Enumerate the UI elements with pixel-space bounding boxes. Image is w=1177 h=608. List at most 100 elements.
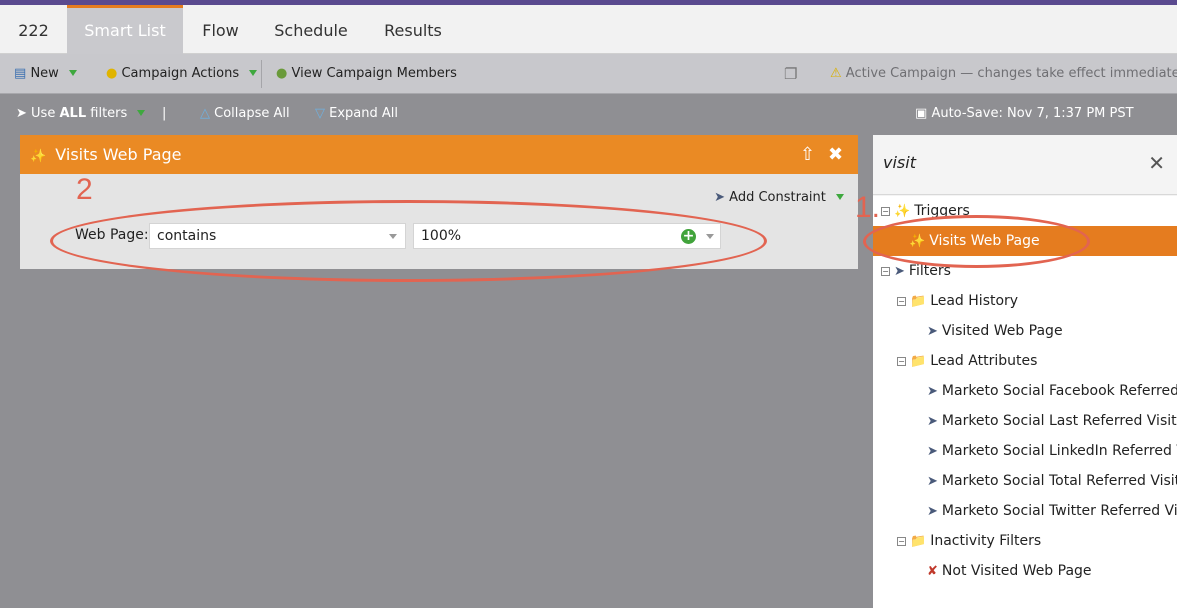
use-all-filters-dropdown[interactable]: ➤ Use ALL filters	[16, 95, 146, 133]
tree-item-label: Marketo Social Facebook Referred Visit	[941, 383, 1177, 399]
tree-node-inactivity-filters[interactable]: − 📁 Inactivity Filters	[897, 526, 1041, 556]
toolbar-divider	[261, 60, 262, 88]
warning-icon: ⚠	[830, 66, 842, 81]
campaign-actions-label: Campaign Actions	[121, 66, 240, 81]
new-label: New	[30, 66, 59, 81]
new-icon: ▤	[14, 66, 27, 81]
tab-results[interactable]: Results	[364, 5, 462, 54]
close-icon[interactable]: ✖	[828, 135, 843, 174]
view-campaign-members-button[interactable]: ● View Campaign Members	[276, 54, 457, 94]
chevron-down-icon[interactable]	[706, 234, 714, 239]
use-all-suffix: filters	[90, 106, 128, 121]
autosave-status: ▣ Auto-Save: Nov 7, 1:37 PM PST	[915, 95, 1134, 133]
trigger-filter-tree: − ✨ Triggers ✨ Visits Web Page − ➤ Filters − 📁…	[873, 196, 1177, 608]
tree-item-visits-web-page[interactable]: ✨ Visits Web Page	[873, 226, 1177, 256]
collapse-toggle-icon[interactable]: −	[881, 207, 890, 216]
trigger-bolt-icon: ✨	[30, 149, 47, 164]
tree-node-triggers[interactable]: − ✨ Triggers	[881, 196, 970, 226]
trigger-card-title: Visits Web Page	[55, 145, 182, 164]
folder-icon: 📁	[910, 354, 927, 369]
chevron-down-icon	[68, 70, 77, 76]
tree-node-label: Lead Attributes	[930, 353, 1038, 369]
filter-icon: ➤	[927, 474, 938, 489]
folder-icon: 📁	[910, 534, 927, 549]
use-all-bold: ALL	[59, 106, 87, 121]
tree-item-label: Marketo Social Twitter Referred Visits	[941, 503, 1177, 519]
filter-icon: ➤	[16, 106, 27, 121]
tab-program-222[interactable]: 222	[0, 5, 67, 54]
use-all-prefix: Use	[31, 106, 56, 121]
not-filter-icon: ✘	[927, 564, 938, 579]
filter-icon: ➤	[927, 444, 938, 459]
tree-item-label: Visits Web Page	[929, 233, 1040, 249]
panel-search-row: ✕	[873, 135, 1177, 195]
tab-schedule[interactable]: Schedule	[258, 5, 364, 54]
trigger-bolt-icon: ✨	[909, 234, 926, 249]
tree-item-attribute[interactable]: ➤Marketo Social LinkedIn Referred Visit	[927, 436, 1177, 466]
window-icon[interactable]: ❐	[784, 54, 797, 94]
annotation-number-one: 1.	[855, 191, 881, 224]
chevron-down-icon	[137, 110, 146, 116]
tree-node-filters[interactable]: − ➤ Filters	[881, 256, 951, 286]
lightbulb-icon: ●	[106, 66, 118, 81]
filter-icon: ➤	[927, 504, 938, 519]
tab-bar: 222 Smart List Flow Schedule Results	[0, 5, 1177, 54]
tree-node-lead-attributes[interactable]: − 📁 Lead Attributes	[897, 346, 1037, 376]
tree-node-label: Filters	[908, 263, 951, 279]
add-constraint-button[interactable]: ➤ Add Constraint	[714, 190, 844, 205]
collapse-toggle-icon[interactable]: −	[897, 537, 906, 546]
tree-item-label: Not Visited Web Page	[941, 563, 1092, 579]
tree-item-not-visited-web-page[interactable]: ✘ Not Visited Web Page	[927, 556, 1092, 586]
tab-smart-list[interactable]: Smart List	[67, 5, 183, 54]
collapse-toggle-icon[interactable]: −	[897, 357, 906, 366]
expand-icon: ▽	[315, 106, 325, 121]
filter-options-bar: ➤ Use ALL filters | △ Collapse All ▽ Exp…	[0, 95, 1177, 133]
tree-item-attribute[interactable]: ➤ Marketo Social Twitter Referred Visits	[927, 496, 1177, 526]
tree-item-label: Marketo Social LinkedIn Referred Visit	[941, 443, 1177, 459]
chevron-down-icon	[836, 194, 844, 200]
trigger-card-header: ✨ Visits Web Page ⇧ ✖	[20, 135, 858, 174]
operator-select[interactable]: contains	[149, 223, 406, 249]
members-icon: ●	[276, 66, 288, 81]
save-icon: ▣	[915, 106, 928, 121]
web-page-label: Web Page:	[75, 227, 149, 243]
tree-node-lead-history[interactable]: − 📁 Lead History	[897, 286, 1018, 316]
tree-node-label: Inactivity Filters	[930, 533, 1042, 549]
chevron-down-icon	[389, 234, 397, 239]
filter-icon: ➤	[927, 384, 938, 399]
tree-item-label: Visited Web Page	[941, 323, 1063, 339]
action-toolbar: ▤ New ● Campaign Actions ● View Campaign…	[0, 54, 1177, 94]
trigger-bolt-icon: ✨	[894, 204, 911, 219]
expand-all-label: Expand All	[329, 106, 399, 121]
collapse-toggle-icon[interactable]: −	[897, 297, 906, 306]
search-input[interactable]	[883, 153, 1123, 172]
tree-item-attribute[interactable]: ➤ Marketo Social Last Referred Visit	[927, 406, 1177, 436]
collapse-icon: △	[200, 106, 210, 121]
autosave-text: Auto-Save: Nov 7, 1:37 PM PST	[931, 106, 1134, 121]
filter-icon: ➤	[894, 264, 905, 279]
annotation-number-two: 2	[76, 173, 93, 206]
tree-item-attribute[interactable]: ➤Marketo Social Facebook Referred Visit	[927, 376, 1177, 406]
tree-item-attribute[interactable]: ➤ Marketo Social Total Referred Visits	[927, 466, 1177, 496]
chevron-down-icon	[249, 70, 258, 76]
operator-value: contains	[157, 228, 217, 244]
move-up-icon[interactable]: ⇧	[800, 135, 815, 174]
tab-flow[interactable]: Flow	[183, 5, 258, 54]
collapse-toggle-icon[interactable]: −	[881, 267, 890, 276]
folder-icon: 📁	[910, 294, 927, 309]
tree-item-label: Marketo Social Total Referred Visits	[941, 473, 1177, 489]
view-campaign-members-label: View Campaign Members	[291, 66, 457, 81]
web-page-value-input[interactable]: 100% +	[413, 223, 721, 249]
collapse-all-label: Collapse All	[214, 106, 290, 121]
campaign-actions-button[interactable]: ● Campaign Actions	[106, 54, 258, 94]
add-constraint-label: Add Constraint	[729, 190, 826, 205]
tree-item-visited-web-page[interactable]: ➤ Visited Web Page	[927, 316, 1063, 346]
trigger-card-visits-web-page: ✨ Visits Web Page ⇧ ✖ ➤ Add Constraint W…	[20, 135, 858, 269]
close-icon[interactable]: ✕	[1148, 151, 1165, 175]
collapse-all-button[interactable]: △ Collapse All	[200, 95, 290, 133]
tree-node-label: Lead History	[930, 293, 1019, 309]
new-button[interactable]: ▤ New	[14, 54, 77, 94]
add-value-icon[interactable]: +	[681, 229, 696, 244]
expand-all-button[interactable]: ▽ Expand All	[315, 95, 398, 133]
tree-item-label: Marketo Social Last Referred Visit	[941, 413, 1177, 429]
